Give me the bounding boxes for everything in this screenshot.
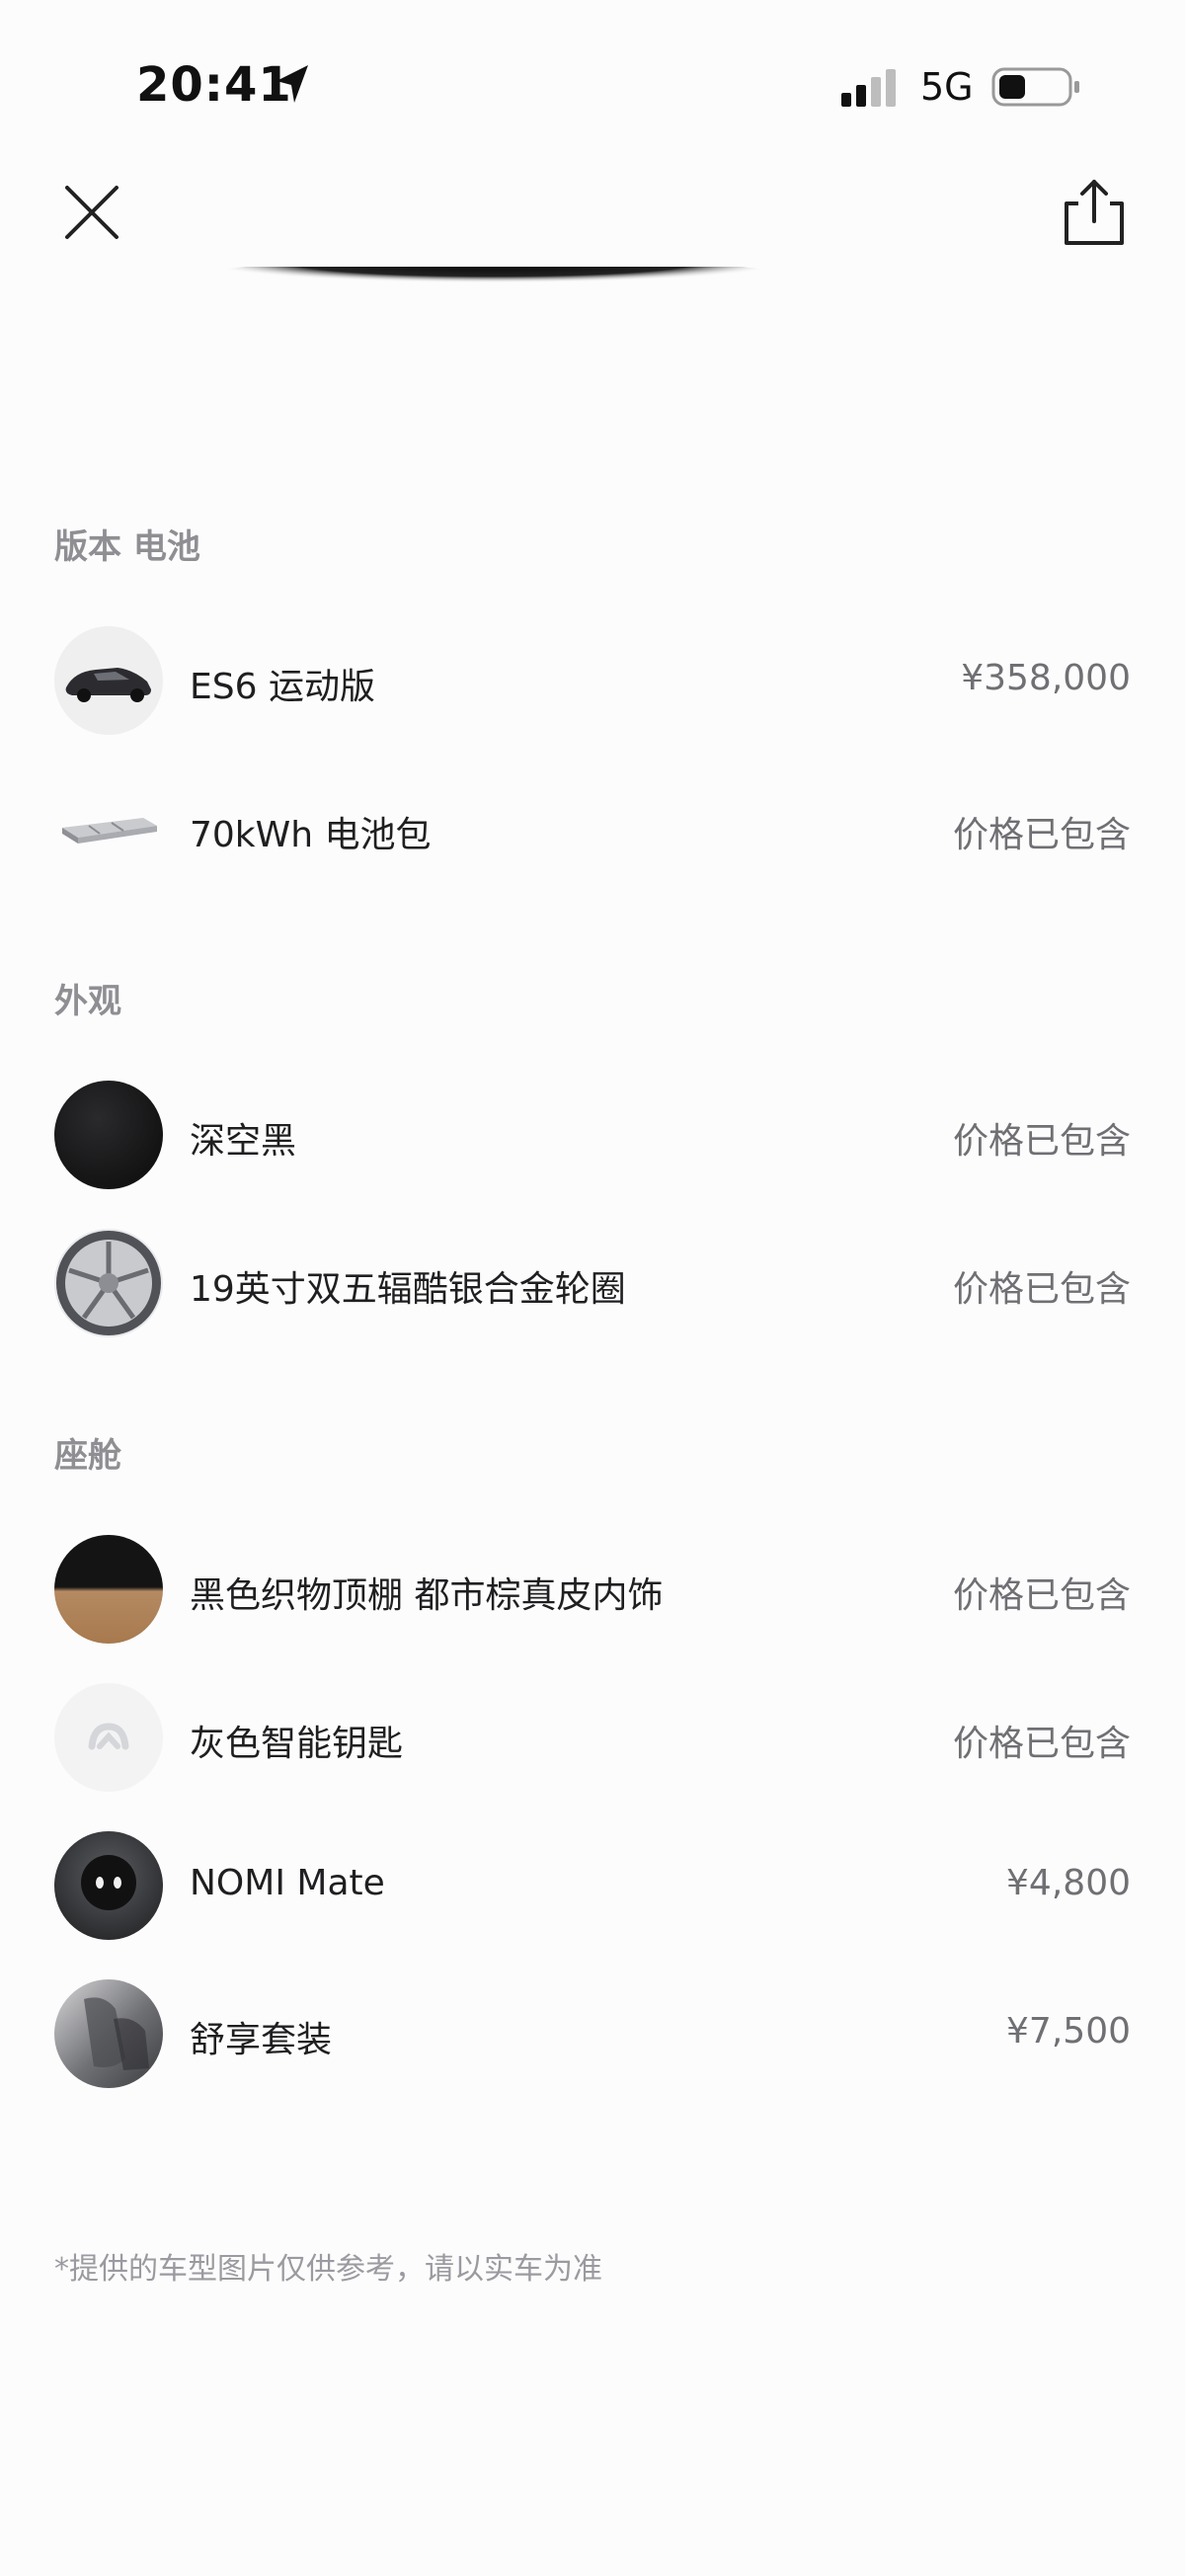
close-button[interactable]	[57, 178, 126, 247]
item-name: ES6 运动版	[190, 667, 375, 707]
item-name: 灰色智能钥匙	[190, 1724, 404, 1764]
item-name: 70kWh 电池包	[190, 815, 432, 855]
smart-key-thumbnail	[54, 1683, 163, 1792]
disclaimer-footnote: *提供的车型图片仅供参考，请以实车为准	[54, 2252, 602, 2287]
item-price: ¥4,800	[1006, 1863, 1131, 1903]
network-type: 5G	[920, 65, 974, 109]
item-name: 黑色织物顶棚 都市棕真皮内饰	[190, 1575, 664, 1616]
share-button[interactable]	[1057, 174, 1132, 249]
list-item[interactable]: NOMI Mate ¥4,800	[0, 1821, 1185, 1950]
interior-swatch	[54, 1535, 163, 1644]
car-thumbnail	[54, 626, 163, 735]
share-icon	[1065, 180, 1124, 245]
car-image-shadow	[198, 267, 790, 300]
item-price: ¥7,500	[1006, 2011, 1131, 2052]
location-arrow-icon	[276, 65, 308, 103]
item-name: NOMI Mate	[190, 1863, 385, 1903]
close-icon	[65, 186, 118, 239]
list-item[interactable]: 黑色织物顶棚 都市棕真皮内饰 价格已包含	[0, 1525, 1185, 1653]
status-bar: 20:41 5G	[0, 0, 1185, 148]
item-price: 价格已包含	[952, 1575, 1131, 1616]
item-name: 深空黑	[190, 1121, 297, 1162]
item-price: 价格已包含	[952, 1121, 1131, 1162]
nomi-thumbnail	[54, 1831, 163, 1940]
section-title-exterior: 外观	[54, 982, 121, 1021]
wheel-thumbnail	[54, 1229, 163, 1337]
battery-pack-thumbnail	[54, 774, 163, 883]
section-title-cabin: 座舱	[54, 1436, 121, 1476]
list-item[interactable]: ES6 运动版 ¥358,000	[0, 616, 1185, 745]
list-item[interactable]: 灰色智能钥匙 价格已包含	[0, 1673, 1185, 1802]
list-item[interactable]: 舒享套装 ¥7,500	[0, 1970, 1185, 2098]
seat-thumbnail	[54, 1979, 163, 2088]
list-item[interactable]: 70kWh 电池包 价格已包含	[0, 765, 1185, 893]
battery-icon	[991, 67, 1079, 107]
list-item[interactable]: 19英寸双五辐酷银合金轮圈 价格已包含	[0, 1219, 1185, 1347]
item-name: 19英寸双五辐酷银合金轮圈	[190, 1269, 626, 1310]
signal-icon	[841, 69, 896, 107]
item-price: 价格已包含	[952, 1269, 1131, 1310]
status-time: 20:41	[136, 57, 292, 113]
section-title-version-battery: 版本 电池	[54, 527, 200, 567]
item-price: 价格已包含	[952, 815, 1131, 855]
item-price: ¥358,000	[961, 658, 1131, 698]
list-item[interactable]: 深空黑 价格已包含	[0, 1071, 1185, 1199]
item-name: 舒享套装	[190, 2020, 333, 2060]
item-price: 价格已包含	[952, 1724, 1131, 1764]
color-swatch-black	[54, 1081, 163, 1189]
